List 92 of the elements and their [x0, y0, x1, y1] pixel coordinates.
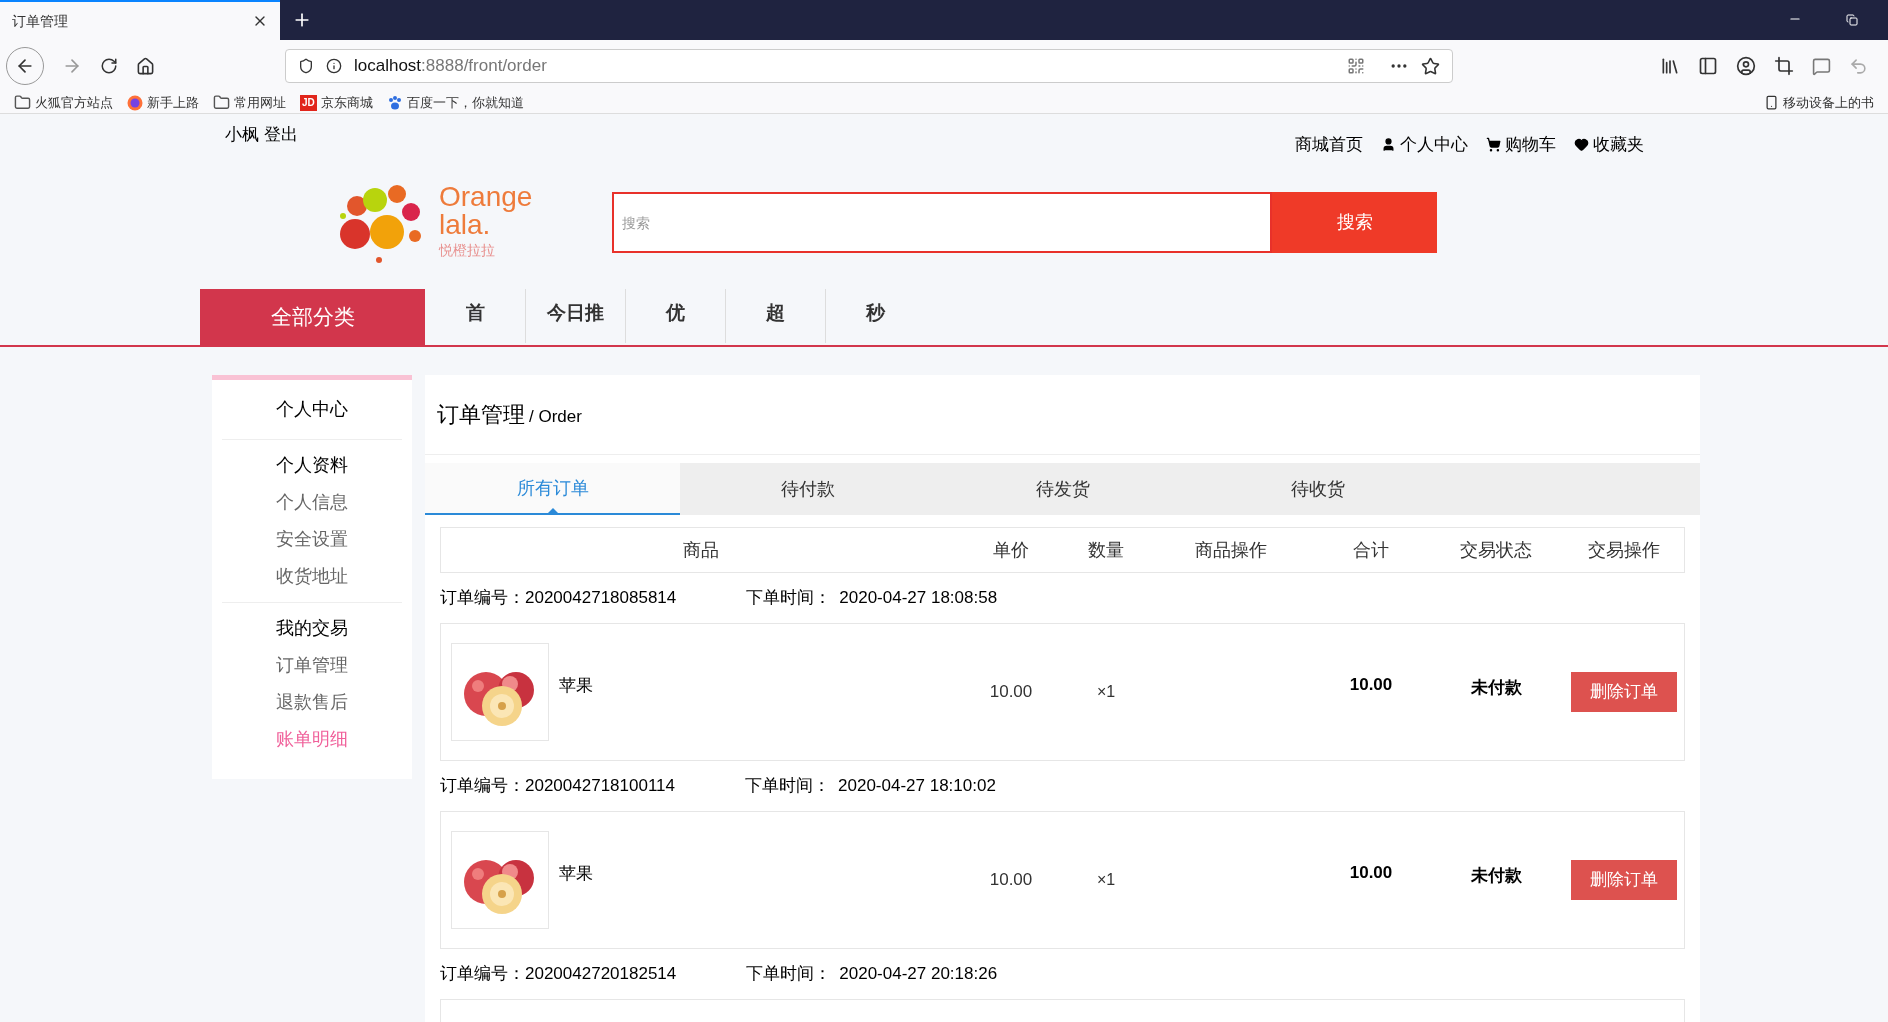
- bookmark-link[interactable]: 火狐官方站点: [35, 92, 113, 113]
- nav-link[interactable]: 优: [666, 299, 685, 328]
- tab-title: 订单管理: [12, 11, 68, 31]
- shield-icon: [298, 58, 314, 74]
- top-link[interactable]: 购物车: [1505, 132, 1556, 158]
- nav-link[interactable]: 首: [465, 299, 485, 328]
- bookmark-link[interactable]: 新手上路: [147, 92, 199, 113]
- browser-tab[interactable]: 订单管理: [0, 0, 280, 40]
- paw-icon: [386, 94, 403, 111]
- order-tab[interactable]: 待付款: [680, 463, 935, 515]
- order-time: 2020-04-27 18:10:02: [838, 775, 996, 798]
- bookmark-star-icon[interactable]: [1421, 56, 1440, 76]
- all-categories-button[interactable]: 全部分类: [200, 289, 425, 345]
- crop-icon[interactable]: [1774, 56, 1794, 76]
- logo-text: lala.: [439, 211, 491, 239]
- search-button[interactable]: 搜索: [1272, 192, 1437, 253]
- order-time-label: 下单时间：: [746, 587, 832, 610]
- sidebar-heading: 我的交易: [276, 617, 348, 640]
- jd-icon: JD: [300, 94, 317, 111]
- search-field[interactable]: 搜索: [612, 192, 1272, 253]
- order-number: 2020042718085814: [525, 587, 677, 610]
- top-link[interactable]: 收藏夹: [1593, 132, 1644, 158]
- column-header: 商品操作: [1195, 538, 1267, 562]
- order-number-label: 订单编号：: [440, 963, 525, 986]
- qr-icon[interactable]: [1347, 57, 1365, 75]
- order-status: 未付款: [1470, 677, 1522, 700]
- order-number-label: 订单编号：: [440, 775, 525, 798]
- unit-price: 10.00: [989, 869, 1033, 892]
- order-status: 未付款: [1470, 865, 1522, 888]
- column-header: 数量: [1088, 538, 1124, 562]
- sidebar-item[interactable]: 退款售后: [276, 689, 348, 716]
- bookmark-link[interactable]: 移动设备上的书: [1783, 92, 1874, 113]
- top-link[interactable]: 商城首页: [1295, 132, 1363, 158]
- column-header: 商品: [683, 538, 719, 562]
- sidebar-title: 个人中心: [276, 398, 348, 421]
- folder-icon: [14, 94, 31, 111]
- sidebar-heading: 个人资料: [276, 454, 348, 477]
- bookmark-link[interactable]: 百度一下，你就知道: [406, 92, 524, 113]
- order-tab[interactable]: 所有订单: [425, 463, 680, 515]
- delete-order-button[interactable]: 删除订单: [1571, 672, 1677, 712]
- user-icon: [1381, 137, 1396, 153]
- column-header: 合计: [1353, 538, 1389, 562]
- user-logout-text[interactable]: 小枫 登出: [225, 122, 298, 148]
- library-icon[interactable]: [1660, 56, 1680, 76]
- cart-icon: [1486, 137, 1501, 153]
- mobile-icon: [1764, 95, 1779, 110]
- order-tab[interactable]: 待收货: [1190, 463, 1445, 515]
- home-icon[interactable]: [136, 56, 155, 76]
- page-title: 订单管理: [437, 401, 525, 429]
- sidebar-item[interactable]: 安全设置: [276, 526, 348, 553]
- restore-icon[interactable]: [1846, 14, 1858, 26]
- delete-order-button[interactable]: 删除订单: [1571, 860, 1677, 900]
- logo-tagline: 悦橙拉拉: [439, 243, 496, 257]
- nav-link[interactable]: 超: [766, 299, 785, 328]
- order-number-label: 订单编号：: [440, 587, 525, 610]
- order-time-label: 下单时间：: [746, 963, 832, 986]
- account-icon[interactable]: [1736, 56, 1756, 76]
- quantity: ×1: [1096, 870, 1116, 890]
- order-number: 2020042720182514: [525, 963, 677, 986]
- order-time-label: 下单时间：: [745, 775, 830, 798]
- info-icon: [326, 58, 342, 74]
- order-time: 2020-04-27 20:18:26: [839, 963, 998, 986]
- address-bar[interactable]: localhost:8888/front/order: [285, 49, 1453, 83]
- bookmark-link[interactable]: 京东商城: [320, 92, 373, 113]
- order-tab[interactable]: 待发货: [935, 463, 1190, 515]
- quantity: ×1: [1096, 682, 1116, 702]
- bookmark-link[interactable]: 常用网址: [234, 92, 286, 113]
- browser-icon: [127, 94, 143, 111]
- product-name[interactable]: 苹果: [559, 861, 593, 887]
- order-time: 2020-04-27 18:08:58: [839, 587, 998, 610]
- page-subtitle: / Order: [529, 405, 582, 428]
- total-price: 10.00: [1349, 674, 1393, 697]
- product-name[interactable]: 苹果: [559, 673, 593, 699]
- sidebar-item[interactable]: 收货地址: [276, 563, 348, 590]
- chat-icon[interactable]: [1812, 56, 1831, 76]
- column-header: 单价: [993, 538, 1029, 562]
- reload-icon[interactable]: [100, 57, 118, 75]
- logo-text: Orange: [439, 183, 533, 211]
- folder-icon: [213, 94, 230, 111]
- heart-icon: [1574, 137, 1589, 153]
- url-text: localhost:8888/front/order: [354, 55, 547, 78]
- top-link[interactable]: 个人中心: [1400, 132, 1468, 158]
- sidebar-item[interactable]: 个人信息: [276, 489, 348, 516]
- sidebar-item[interactable]: 订单管理: [276, 652, 348, 679]
- order-number: 2020042718100114: [525, 775, 675, 798]
- nav-link[interactable]: 秒: [866, 299, 885, 328]
- total-price: 10.00: [1349, 862, 1393, 885]
- nav-link[interactable]: 今日推: [547, 299, 604, 328]
- column-header: 交易操作: [1588, 538, 1660, 562]
- column-header: 交易状态: [1460, 538, 1532, 562]
- unit-price: 10.00: [989, 681, 1033, 704]
- sidebar-icon[interactable]: [1698, 56, 1718, 76]
